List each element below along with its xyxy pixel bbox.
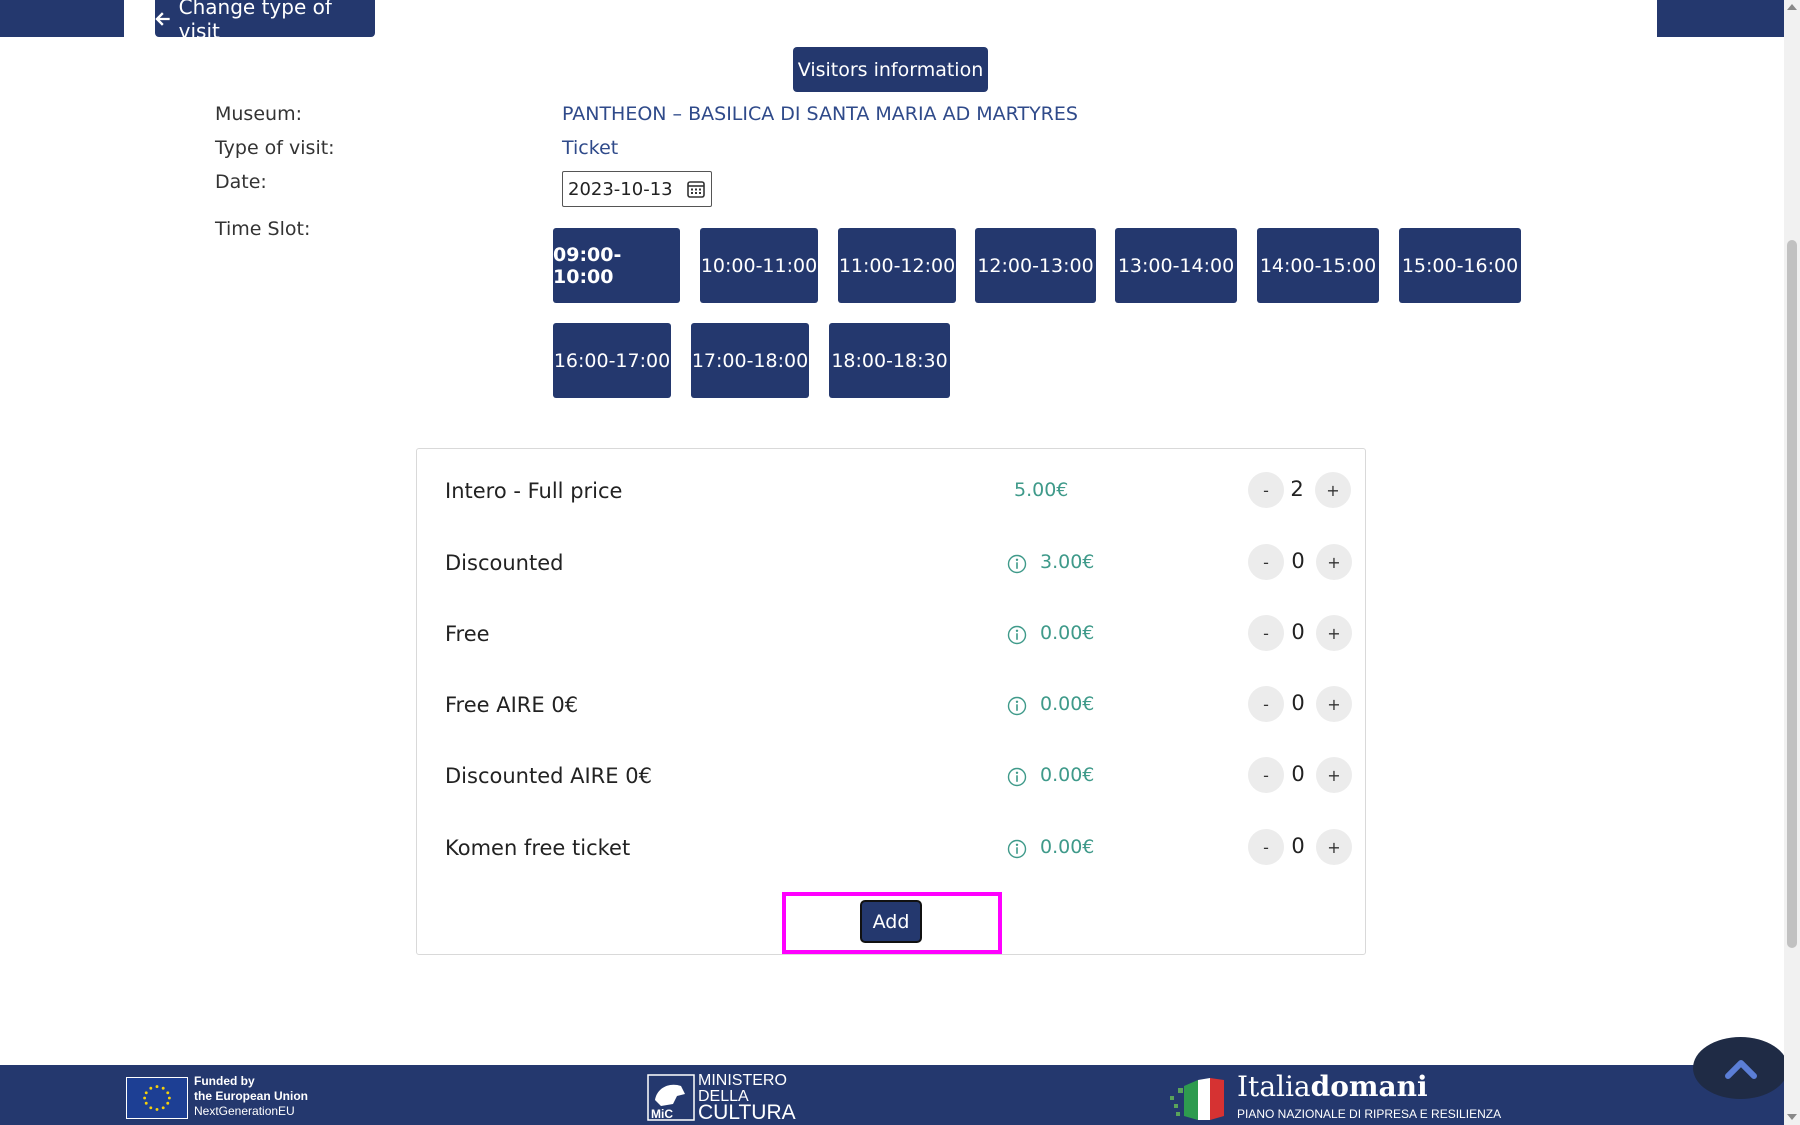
calendar-icon[interactable] (686, 179, 706, 199)
mic-badge-text: MiC (651, 1107, 673, 1121)
chevron-up-icon (1724, 1060, 1757, 1079)
ticket-row-free-aire: Free AIRE 0€ 0.00€ - 0 + (445, 681, 1355, 731)
ministero-text: MINISTERO DELLA CULTURA (698, 1072, 796, 1124)
ticket-quantity: 0 (1291, 834, 1305, 858)
scrollbar-thumb[interactable] (1787, 240, 1797, 948)
change-type-of-visit-button[interactable]: Change type of visit (155, 0, 375, 43)
scroll-to-top-button[interactable] (1693, 1037, 1788, 1099)
increase-quantity-button[interactable]: + (1316, 757, 1352, 793)
time-slot-1700-1800[interactable]: 17:00-18:00 (691, 323, 809, 398)
time-slot-1300-1400[interactable]: 13:00-14:00 (1115, 228, 1237, 303)
top-band-right (1657, 0, 1784, 37)
date-label: Date: (215, 171, 267, 193)
increase-quantity-button[interactable]: + (1316, 829, 1352, 865)
time-slot-1500-1600[interactable]: 15:00-16:00 (1399, 228, 1521, 303)
time-slot-1400-1500[interactable]: 14:00-15:00 (1257, 228, 1379, 303)
eu-flag-icon (126, 1077, 188, 1119)
time-slot-1100-1200[interactable]: 11:00-12:00 (838, 228, 956, 303)
time-slot-0900-1000[interactable]: 09:00-10:00 (553, 228, 680, 303)
museum-value: PANTHEON – BASILICA DI SANTA MARIA AD MA… (562, 103, 1078, 125)
info-icon[interactable] (1007, 696, 1027, 716)
ticket-name: Komen free ticket (445, 836, 631, 860)
visitors-information-button[interactable]: Visitors information (793, 47, 988, 92)
ticket-price: 0.00€ (1040, 836, 1095, 858)
mic-line3: CULTURA (698, 1101, 796, 1124)
info-icon[interactable] (1007, 554, 1027, 574)
footer: Funded by the European Union NextGenerat… (0, 1065, 1784, 1125)
ticket-row-free: Free 0.00€ - 0 + (445, 610, 1355, 660)
scroll-up-arrow-icon[interactable] (1787, 4, 1797, 10)
decrease-quantity-button[interactable]: - (1248, 757, 1284, 793)
increase-quantity-button[interactable]: + (1315, 472, 1351, 508)
ticket-name: Free (445, 622, 490, 646)
add-button[interactable]: Add (860, 900, 922, 943)
increase-quantity-button[interactable]: + (1316, 544, 1352, 580)
type-of-visit-label: Type of visit: (215, 137, 335, 159)
italia-prefix: Italia (1237, 1070, 1311, 1103)
ticket-row-full-price: Intero - Full price 5.00€ - 2 + (445, 467, 1355, 517)
museum-label: Museum: (215, 103, 302, 125)
arrow-left-icon (155, 11, 170, 26)
italia-domani-title: Italiadomani (1237, 1070, 1428, 1103)
ticket-name: Discounted AIRE 0€ (445, 764, 652, 788)
ticket-price: 0.00€ (1040, 693, 1095, 715)
date-input[interactable]: 2023-10-13 (562, 171, 712, 207)
time-slot-1000-1100[interactable]: 10:00-11:00 (700, 228, 818, 303)
decrease-quantity-button[interactable]: - (1248, 615, 1284, 651)
scroll-down-arrow-icon[interactable] (1787, 1114, 1797, 1120)
date-value: 2023-10-13 (568, 178, 673, 200)
ticket-quantity: 0 (1291, 549, 1305, 573)
time-slot-1800-1830[interactable]: 18:00-18:30 (829, 323, 950, 398)
mic-line1: MINISTERO (698, 1072, 787, 1089)
ticket-row-komen-free: Komen free ticket 0.00€ - 0 + (445, 824, 1355, 874)
eu-line1: Funded by (194, 1074, 255, 1088)
ticket-quantity: 0 (1291, 691, 1305, 715)
change-type-of-visit-label: Change type of visit (178, 0, 332, 43)
type-of-visit-value: Ticket (562, 137, 619, 159)
decrease-quantity-button[interactable]: - (1248, 472, 1284, 508)
ticket-row-discounted: Discounted 3.00€ - 0 + (445, 539, 1355, 589)
info-icon[interactable] (1007, 625, 1027, 645)
eu-funding-text: Funded by the European Union NextGenerat… (194, 1074, 308, 1119)
decrease-quantity-button[interactable]: - (1248, 544, 1284, 580)
italia-bold: domani (1310, 1070, 1428, 1103)
mic-logo-icon: MiC (647, 1074, 695, 1121)
info-icon[interactable] (1007, 767, 1027, 787)
ticket-quantity: 2 (1290, 477, 1304, 501)
top-band-left (0, 0, 124, 37)
ticket-name: Intero - Full price (445, 479, 623, 503)
decrease-quantity-button[interactable]: - (1248, 829, 1284, 865)
decrease-quantity-button[interactable]: - (1248, 686, 1284, 722)
italia-domani-flag-icon (1170, 1078, 1224, 1120)
ticket-name: Free AIRE 0€ (445, 693, 579, 717)
increase-quantity-button[interactable]: + (1316, 615, 1352, 651)
italia-domani-subtitle: PIANO NAZIONALE DI RIPRESA E RESILIENZA (1237, 1107, 1502, 1121)
increase-quantity-button[interactable]: + (1316, 686, 1352, 722)
ticket-row-discounted-aire: Discounted AIRE 0€ 0.00€ - 0 + (445, 752, 1355, 802)
eu-line3: NextGenerationEU (194, 1104, 295, 1118)
ticket-price: 5.00€ (1014, 479, 1069, 501)
ticket-quantity: 0 (1291, 762, 1305, 786)
ticket-price: 3.00€ (1040, 551, 1095, 573)
ticket-price: 0.00€ (1040, 622, 1095, 644)
info-icon[interactable] (1007, 839, 1027, 859)
ticket-quantity: 0 (1291, 620, 1305, 644)
ticket-name: Discounted (445, 551, 564, 575)
time-slot-label: Time Slot: (215, 218, 311, 240)
ticket-price: 0.00€ (1040, 764, 1095, 786)
time-slot-1600-1700[interactable]: 16:00-17:00 (553, 323, 671, 398)
time-slot-1200-1300[interactable]: 12:00-13:00 (975, 228, 1096, 303)
eu-line2: the European Union (194, 1089, 308, 1103)
